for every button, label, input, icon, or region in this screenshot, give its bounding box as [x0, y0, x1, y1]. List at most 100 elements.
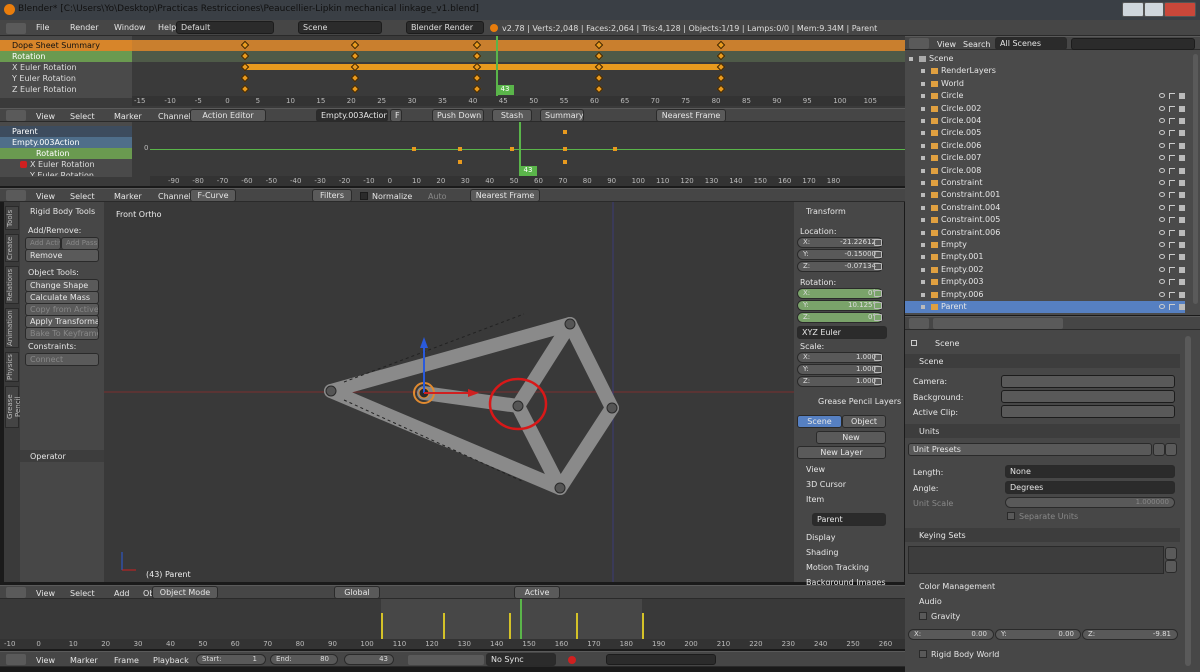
keyframe-marker[interactable] — [716, 73, 726, 83]
section-item[interactable]: Item — [806, 495, 824, 504]
visibility-eye-icon[interactable] — [1159, 130, 1165, 136]
orientation-selector[interactable]: Global — [334, 586, 380, 599]
selectable-cursor-icon[interactable] — [1169, 118, 1175, 124]
expand-toggle-icon[interactable] — [909, 57, 913, 61]
angle-selector[interactable]: Degrees — [1005, 481, 1175, 494]
lock-icon[interactable] — [874, 354, 882, 361]
visibility-eye-icon[interactable] — [1159, 118, 1165, 123]
graph-channel-parent[interactable]: Parent — [0, 126, 132, 137]
unit-scale-field[interactable]: 1.000000 — [1005, 497, 1175, 508]
minimize-button[interactable] — [1122, 2, 1144, 17]
editor-type-icon[interactable] — [6, 587, 26, 598]
menu-select[interactable]: Select — [70, 112, 95, 121]
outliner-item[interactable]: Constraint.006 — [905, 227, 1185, 239]
menu-marker[interactable]: Marker — [70, 656, 98, 665]
outliner-scrollbar[interactable] — [1193, 54, 1198, 304]
graph-keyframe-point[interactable] — [563, 130, 567, 134]
start-frame-field[interactable]: Start: 1 — [196, 654, 266, 665]
visibility-eye-icon[interactable] — [1159, 204, 1165, 210]
pivot-selector[interactable]: Active — [514, 586, 560, 599]
end-frame-field[interactable]: End: 80 — [270, 654, 338, 665]
record-icon[interactable] — [568, 656, 576, 664]
remove-keying-set-button[interactable] — [1165, 560, 1177, 573]
expand-toggle-icon[interactable] — [921, 131, 925, 136]
expand-toggle-icon[interactable] — [921, 205, 925, 210]
render-camera-icon[interactable] — [1179, 266, 1185, 273]
render-camera-icon[interactable] — [1179, 142, 1185, 149]
rot-y-field[interactable]: Y: 10.125° — [797, 300, 883, 311]
add-preset-button[interactable] — [1153, 443, 1165, 456]
graph-keyframe-point[interactable] — [458, 147, 462, 151]
graph-keyframe-point[interactable] — [510, 147, 514, 151]
rotation-mode-selector[interactable]: XYZ Euler — [797, 326, 887, 339]
graph-channel-action[interactable]: Empty.003Action — [0, 137, 132, 148]
loc-y-field[interactable]: Y: -0.15000 — [797, 249, 883, 260]
units-title[interactable]: Units — [919, 427, 939, 436]
visibility-eye-icon[interactable] — [1159, 93, 1165, 99]
visibility-eye-icon[interactable] — [1159, 167, 1165, 173]
expand-toggle-icon[interactable] — [921, 280, 925, 285]
grease-pencil-title[interactable]: Grease Pencil Layers — [818, 397, 901, 406]
selectable-cursor-icon[interactable] — [1169, 167, 1175, 174]
section-view[interactable]: View — [806, 465, 825, 474]
graph-keyframe-point[interactable] — [412, 147, 416, 151]
current-frame-field[interactable]: 43 — [344, 654, 394, 665]
new-layer-button[interactable]: New Layer — [797, 446, 886, 459]
expand-toggle-icon[interactable] — [921, 193, 925, 198]
selectable-cursor-icon[interactable] — [1169, 180, 1175, 186]
expand-toggle-icon[interactable] — [921, 106, 925, 111]
editor-type-icon[interactable] — [6, 654, 26, 665]
active-clip-field[interactable] — [1001, 405, 1175, 418]
expand-toggle-icon[interactable] — [921, 267, 925, 272]
timeline-playhead[interactable] — [520, 599, 522, 639]
outliner-item[interactable]: Circle.005 — [905, 127, 1185, 139]
separate-units-checkbox[interactable] — [1007, 512, 1015, 520]
graph-snap-selector[interactable]: Nearest Frame — [470, 189, 540, 202]
editor-type-icon[interactable] — [909, 38, 929, 49]
audio-title[interactable]: Audio — [919, 597, 942, 606]
properties-scrollbar[interactable] — [1185, 336, 1191, 666]
render-camera-icon[interactable] — [1179, 167, 1185, 174]
expand-toggle-icon[interactable] — [921, 168, 925, 173]
expand-toggle-icon[interactable] — [921, 81, 925, 86]
graph-keyframe-point[interactable] — [613, 147, 617, 151]
graph-channel-y[interactable]: Y Euler Rotation — [0, 170, 132, 176]
lock-icon[interactable] — [874, 378, 882, 385]
expand-toggle-icon[interactable] — [921, 69, 925, 74]
loc-x-field[interactable]: X: -21.22612 — [797, 237, 883, 248]
keying-sets-title[interactable]: Keying Sets — [919, 531, 966, 540]
normalize-checkbox[interactable] — [360, 192, 368, 200]
menu-file[interactable]: File — [36, 23, 49, 32]
expand-toggle-icon[interactable] — [921, 156, 925, 161]
fake-user-button[interactable]: F — [390, 109, 402, 122]
render-camera-icon[interactable] — [1179, 118, 1185, 124]
gravity-x-field[interactable]: X: 0.00 — [908, 629, 994, 640]
outliner-item[interactable]: Scene — [905, 53, 1185, 65]
rot-z-field[interactable]: Z: 0° — [797, 312, 883, 323]
keyframe-marker[interactable] — [716, 84, 726, 94]
outliner-item[interactable]: Circle.004 — [905, 115, 1185, 127]
item-name-field[interactable]: Parent — [812, 513, 886, 526]
render-camera-icon[interactable] — [1179, 93, 1185, 100]
visibility-eye-icon[interactable] — [1159, 254, 1165, 260]
selectable-cursor-icon[interactable] — [1169, 266, 1175, 273]
add-keying-set-button[interactable] — [1165, 547, 1177, 560]
tool-tab-tools[interactable]: Tools — [5, 206, 19, 230]
outliner-item[interactable]: Circle — [905, 90, 1185, 102]
outliner-item[interactable]: Constraint — [905, 177, 1185, 189]
outliner-item[interactable]: Empty.001 — [905, 251, 1185, 263]
expand-toggle-icon[interactable] — [921, 255, 925, 260]
remove-button[interactable]: Remove — [25, 249, 99, 262]
operator-title[interactable]: Operator — [30, 452, 66, 461]
fcurve-mode-selector[interactable]: F-Curve — [190, 189, 236, 202]
selectable-cursor-icon[interactable] — [1169, 242, 1175, 248]
transform-title[interactable]: Transform — [806, 207, 846, 216]
render-camera-icon[interactable] — [1179, 192, 1185, 199]
scl-z-field[interactable]: Z: 1.000 — [797, 376, 883, 387]
scene-panel-title[interactable]: Scene — [919, 357, 943, 366]
lock-icon[interactable] — [874, 251, 882, 258]
render-camera-icon[interactable] — [1179, 204, 1185, 211]
unit-presets-selector[interactable]: Unit Presets — [908, 443, 1152, 456]
selectable-cursor-icon[interactable] — [1169, 217, 1175, 224]
render-camera-icon[interactable] — [1179, 304, 1185, 310]
